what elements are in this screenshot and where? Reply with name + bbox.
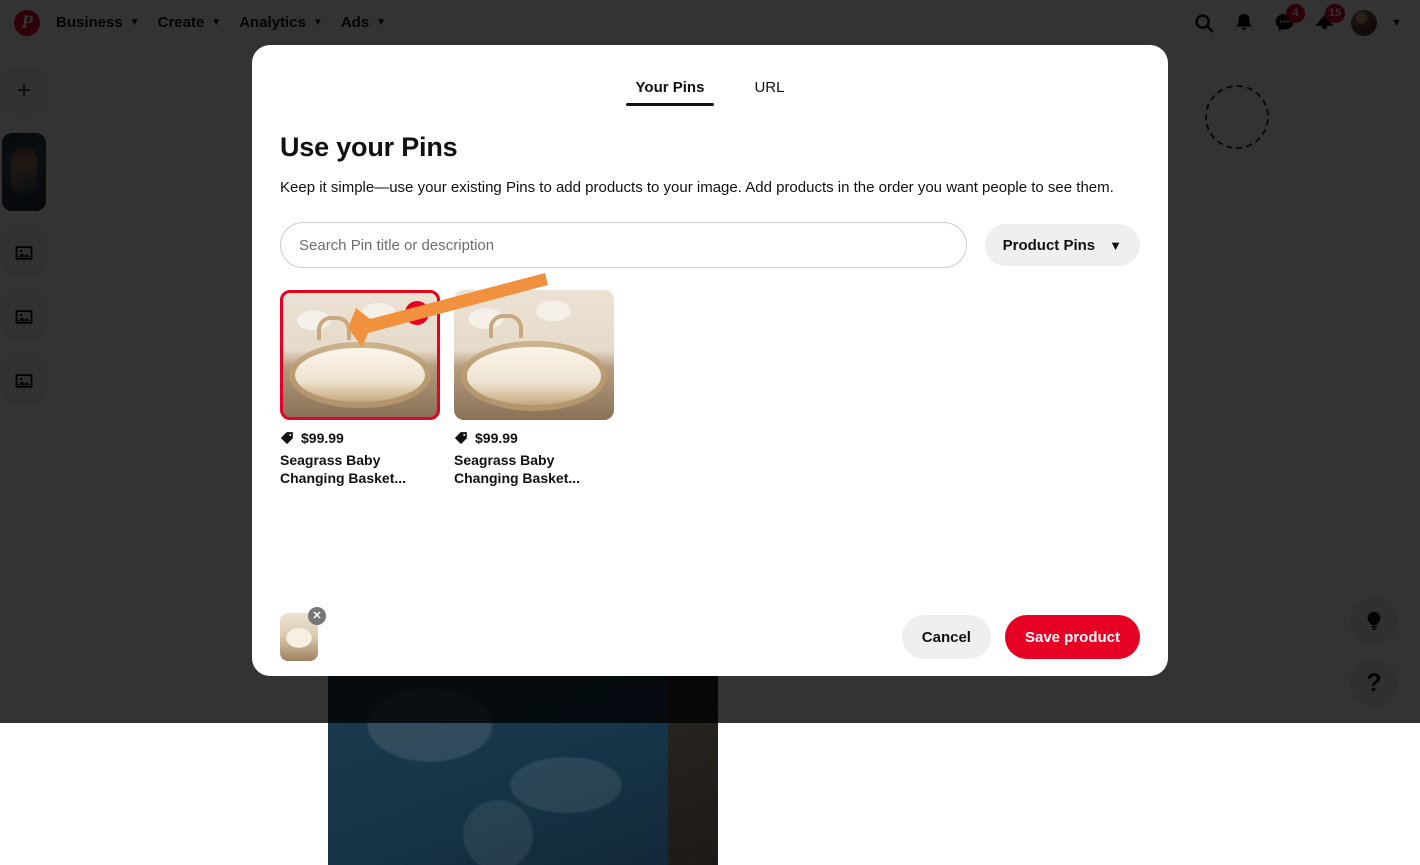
remove-selected-product-icon[interactable]: ✕	[308, 607, 326, 625]
pin-thumbnail[interactable]: 1	[280, 290, 440, 420]
pin-order-badge: 1	[405, 301, 429, 325]
pin-price-value: $99.99	[475, 430, 518, 446]
modal-footer: ✕ Cancel Save product	[252, 598, 1168, 676]
price-tag-icon	[280, 431, 294, 445]
pin-thumbnail[interactable]	[454, 290, 614, 420]
modal-body: Use your Pins Keep it simple—use your ex…	[252, 106, 1168, 598]
tab-url-label: URL	[754, 79, 784, 96]
selected-product-thumbnail-wrap: ✕	[280, 613, 318, 661]
pin-results-grid: 1 $99.99 Seagrass Baby Changing Basket..…	[280, 290, 1140, 488]
search-row: Product Pins ▼	[280, 222, 1140, 268]
use-your-pins-modal: Your Pins URL Use your Pins Keep it simp…	[252, 45, 1168, 676]
tab-your-pins-label: Your Pins	[636, 79, 705, 96]
search-input[interactable]	[280, 222, 967, 268]
pin-price-value: $99.99	[301, 430, 344, 446]
pin-type-filter-label: Product Pins	[1003, 237, 1096, 254]
pin-card-2[interactable]: $99.99 Seagrass Baby Changing Basket...	[454, 290, 614, 488]
chevron-down-icon: ▼	[1109, 238, 1122, 253]
page-title: Use your Pins	[280, 132, 1140, 163]
tab-url[interactable]: URL	[744, 75, 794, 106]
close-icon: ✕	[312, 611, 321, 622]
pin-title: Seagrass Baby Changing Basket...	[454, 452, 614, 488]
pin-type-filter-dropdown[interactable]: Product Pins ▼	[985, 224, 1140, 266]
pin-price-row: $99.99	[280, 430, 440, 446]
pin-price-row: $99.99	[454, 430, 614, 446]
tab-your-pins[interactable]: Your Pins	[626, 75, 715, 106]
modal-tabs: Your Pins URL	[252, 45, 1168, 106]
pin-title: Seagrass Baby Changing Basket...	[280, 452, 440, 488]
pin-card-1[interactable]: 1 $99.99 Seagrass Baby Changing Basket..…	[280, 290, 440, 488]
modal-description: Keep it simple—use your existing Pins to…	[280, 177, 1140, 198]
cancel-button[interactable]: Cancel	[902, 615, 991, 659]
save-product-button[interactable]: Save product	[1005, 615, 1140, 659]
price-tag-icon	[454, 431, 468, 445]
